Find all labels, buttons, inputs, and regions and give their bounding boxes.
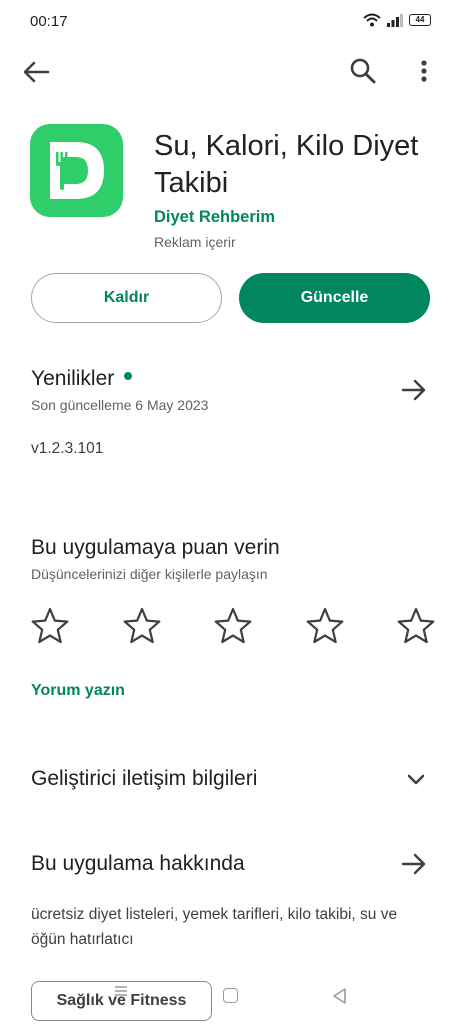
status-bar: 00:17 44 [0,0,461,44]
app-logo-icon[interactable] [30,124,123,217]
menu-icon[interactable] [114,985,128,997]
chevron-down-icon[interactable] [404,770,428,790]
whats-new-title: Yenilikler [31,367,115,390]
top-app-bar [0,50,461,94]
app-title: Su, Kalori, Kilo Diyet Takibi [154,130,419,199]
status-time: 00:17 [30,13,68,30]
ads-note: Reklam içerir [154,234,236,250]
new-indicator-dot [124,372,133,381]
star-1-icon[interactable] [28,604,72,648]
about-description: ücretsiz diyet listeleri, yemek tarifler… [31,906,398,948]
star-3-icon[interactable] [211,604,255,648]
last-updated-text: Son güncelleme 6 May 2023 [31,397,209,413]
about-arrow-icon[interactable] [400,852,428,876]
developer-contact-title[interactable]: Geliştirici iletişim bilgileri [31,767,257,791]
star-4-icon[interactable] [303,604,347,648]
version-text: v1.2.3.101 [31,440,104,457]
back-arrow-icon[interactable] [20,58,52,86]
home-icon[interactable] [223,988,238,1003]
update-button[interactable]: Güncelle [239,273,430,323]
wifi-icon [363,13,381,27]
star-rating [28,604,438,648]
rate-title: Bu uygulamaya puan verin [31,536,280,559]
about-title[interactable]: Bu uygulama hakkında [31,852,245,876]
star-2-icon[interactable] [120,604,164,648]
status-icons: 44 [363,13,431,27]
app-header: Su, Kalori, Kilo Diyet Takibi Diyet Rehb… [30,124,450,254]
battery-icon: 44 [409,14,431,26]
search-icon[interactable] [348,56,378,86]
signal-icon [387,14,403,27]
rate-subtitle: Düşüncelerinizi diğer kişilerle paylaşın [31,566,268,582]
more-vert-icon[interactable] [414,56,434,86]
whats-new-header[interactable]: Yenilikler [31,367,133,391]
uninstall-button[interactable]: Kaldır [31,273,222,323]
back-triangle-icon[interactable] [331,987,347,1005]
battery-level: 44 [415,15,425,24]
star-5-icon[interactable] [394,604,438,648]
developer-link[interactable]: Diyet Rehberim [154,208,275,227]
write-review-link[interactable]: Yorum yazın [31,682,125,700]
whats-new-arrow-icon[interactable] [400,378,428,402]
